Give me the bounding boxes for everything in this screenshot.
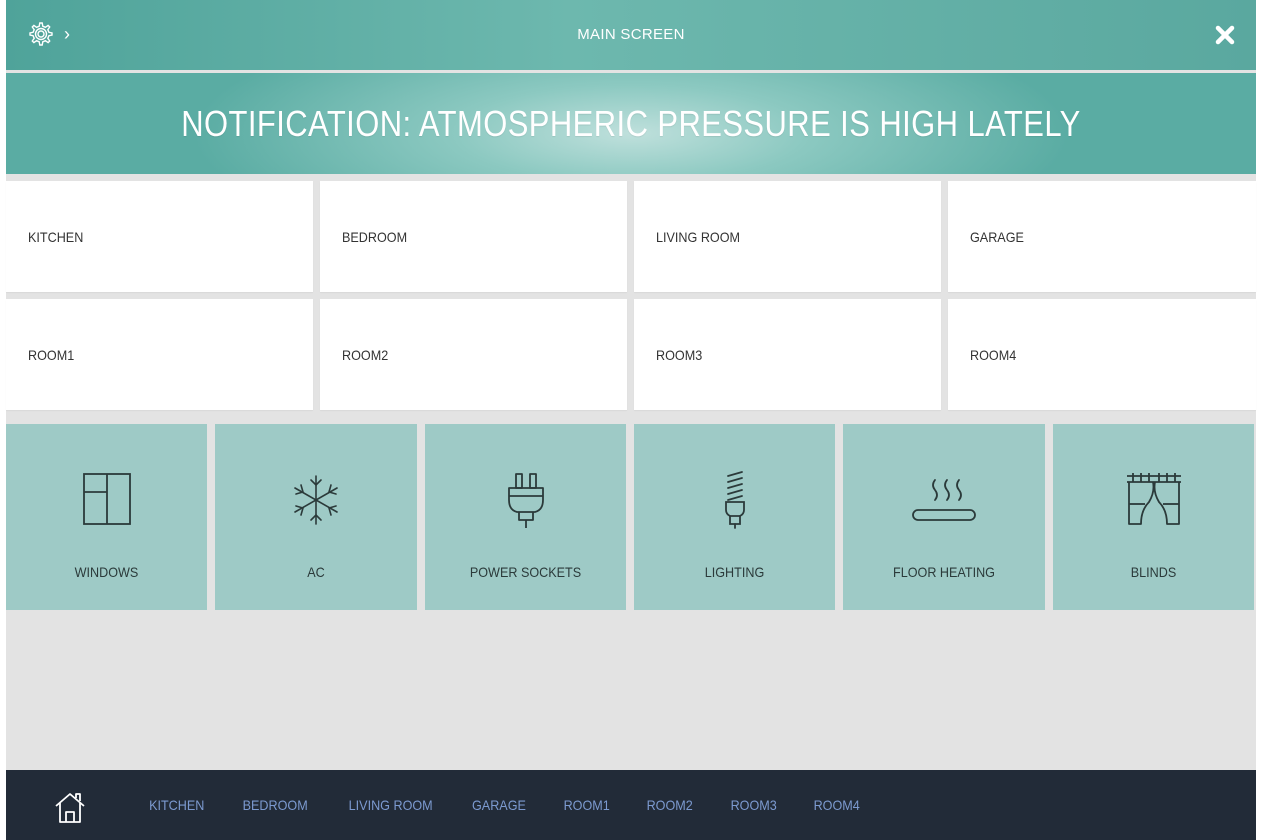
bulb-icon [724, 471, 745, 529]
room-tile-room1[interactable]: ROOM1 [6, 299, 313, 410]
device-tile-ac[interactable]: AC [215, 424, 417, 610]
nav-link-room2[interactable]: ROOM2 [647, 797, 693, 813]
room-label: ROOM4 [970, 346, 1017, 363]
room-label: ROOM2 [342, 346, 389, 363]
room-tile-living-room[interactable]: LIVING ROOM [634, 181, 941, 292]
device-tile-power-sockets[interactable]: POWER SOCKETS [425, 424, 626, 610]
bottom-nav-links: KITCHEN BEDROOM LIVING ROOM GARAGE ROOM1… [146, 770, 894, 840]
blinds-icon [1126, 473, 1181, 525]
room-tile-room3[interactable]: ROOM3 [634, 299, 941, 410]
device-tile-lighting[interactable]: LIGHTING [634, 424, 835, 610]
device-tile-blinds[interactable]: BLINDS [1053, 424, 1254, 610]
device-tiles: WINDOWS AC POWER SOCKETS LIGHTING FLOOR … [6, 424, 1256, 610]
device-tile-floor-heating[interactable]: FLOOR HEATING [843, 424, 1045, 610]
app-frame: › MAIN SCREEN NOTIFICATION: ATMOSPHERIC … [6, 0, 1256, 840]
nav-link-kitchen[interactable]: KITCHEN [149, 797, 204, 813]
device-tile-windows[interactable]: WINDOWS [6, 424, 207, 610]
room-label: LIVING ROOM [656, 228, 741, 245]
floor-heating-icon [912, 479, 976, 521]
device-label: WINDOWS [74, 564, 139, 580]
room-label: BEDROOM [342, 228, 408, 245]
room-label: GARAGE [970, 228, 1024, 245]
rooms-grid: KITCHEN BEDROOM LIVING ROOM GARAGE ROOM1… [6, 181, 1256, 410]
page-title: MAIN SCREEN [577, 26, 685, 43]
notification-text: NOTIFICATION: ATMOSPHERIC PRESSURE IS HI… [181, 102, 1081, 144]
room-tile-room4[interactable]: ROOM4 [948, 299, 1256, 410]
notification-banner: NOTIFICATION: ATMOSPHERIC PRESSURE IS HI… [6, 73, 1256, 174]
room-label: KITCHEN [28, 228, 84, 245]
window-icon [82, 473, 131, 525]
room-label: ROOM3 [656, 346, 703, 363]
top-bar: › MAIN SCREEN [6, 0, 1256, 70]
nav-link-room1[interactable]: ROOM1 [564, 797, 610, 813]
plug-icon [507, 473, 544, 528]
device-label: AC [307, 564, 325, 580]
nav-link-room3[interactable]: ROOM3 [730, 797, 776, 813]
snowflake-icon [294, 475, 338, 525]
close-icon[interactable] [1210, 20, 1240, 50]
nav-link-living-room[interactable]: LIVING ROOM [348, 797, 432, 813]
room-tile-garage[interactable]: GARAGE [948, 181, 1256, 292]
device-label: BLINDS [1130, 564, 1177, 580]
room-tile-bedroom[interactable]: BEDROOM [320, 181, 627, 292]
nav-link-garage[interactable]: GARAGE [472, 797, 526, 813]
room-tile-room2[interactable]: ROOM2 [320, 299, 627, 410]
bottom-nav: KITCHEN BEDROOM LIVING ROOM GARAGE ROOM1… [6, 770, 1256, 840]
device-label: POWER SOCKETS [469, 564, 582, 580]
device-label: FLOOR HEATING [893, 564, 995, 580]
nav-link-room4[interactable]: ROOM4 [814, 797, 860, 813]
nav-link-bedroom[interactable]: BEDROOM [243, 797, 308, 813]
home-icon[interactable] [52, 790, 88, 826]
device-label: LIGHTING [704, 564, 765, 580]
room-label: ROOM1 [28, 346, 75, 363]
room-tile-kitchen[interactable]: KITCHEN [6, 181, 313, 292]
